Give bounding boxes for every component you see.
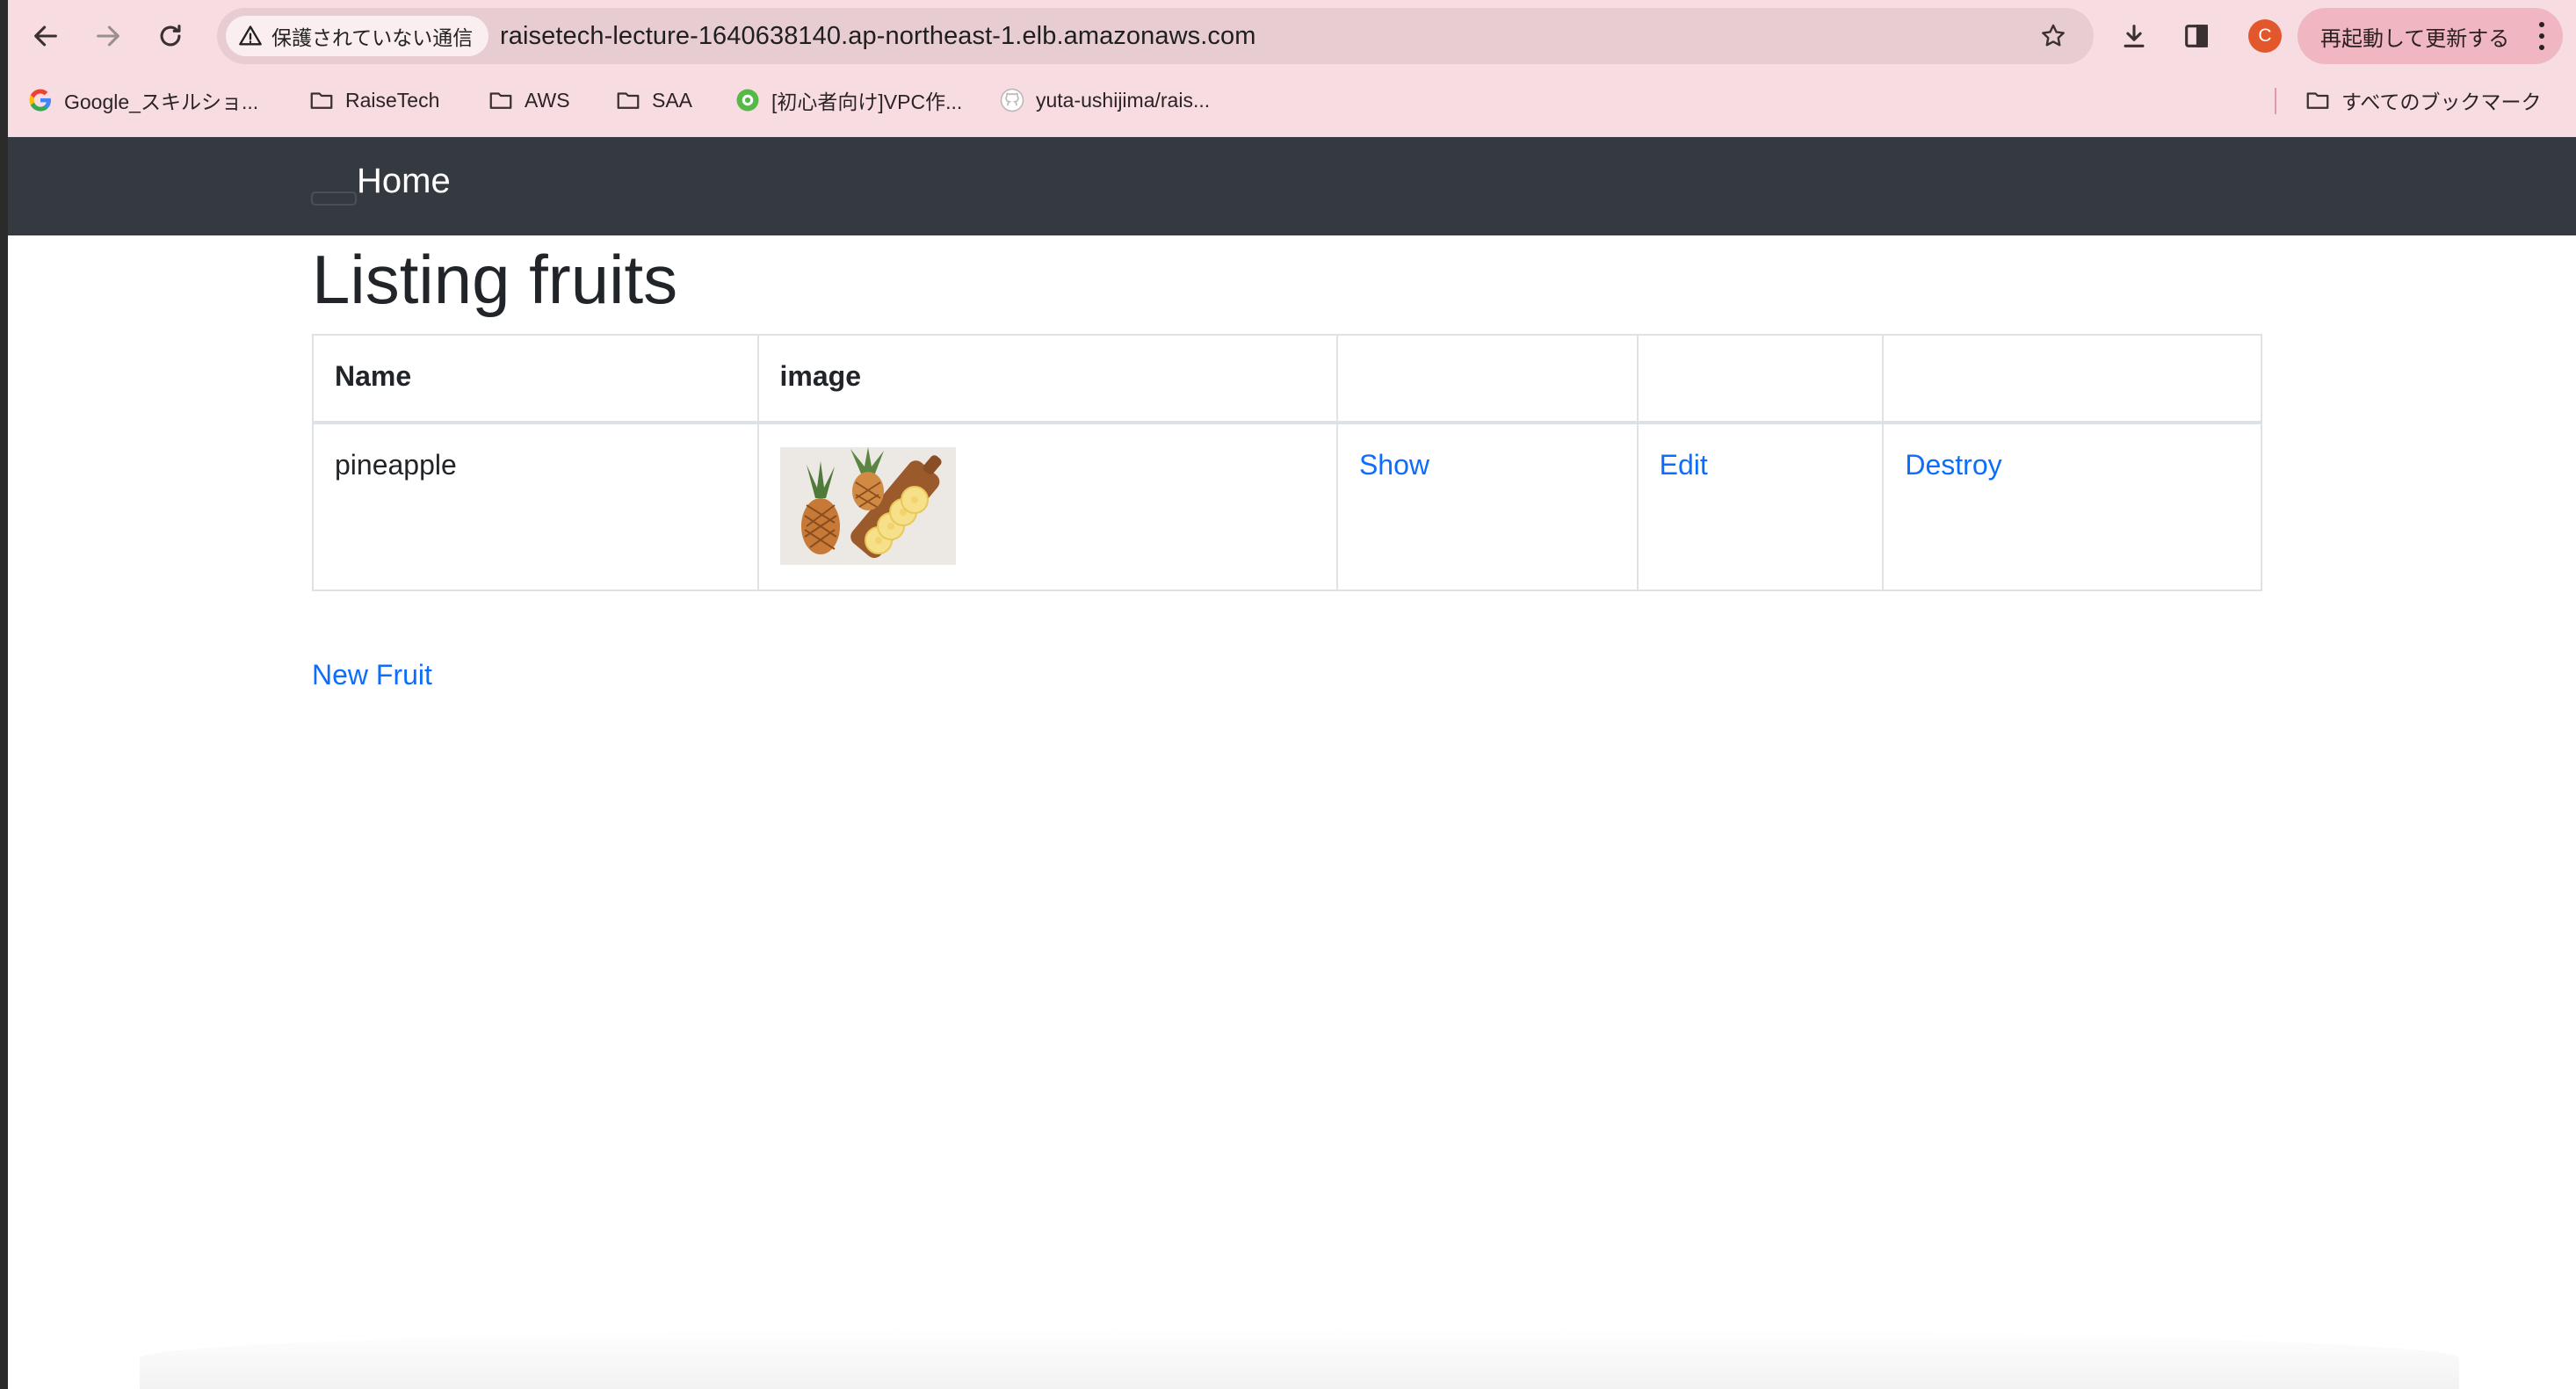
show-link[interactable]: Show — [1359, 449, 1429, 481]
bookmark-folder-aws[interactable]: AWS — [488, 72, 570, 128]
fruits-table: Name image pineapple Show Edit Destroy — [312, 334, 2262, 591]
fruit-name-cell: pineapple — [312, 422, 759, 591]
folder-icon — [617, 92, 640, 109]
relaunch-update-label: 再起動して更新する — [2320, 26, 2510, 51]
arrow-left-icon — [34, 25, 57, 47]
browser-toolbar: 保護されていない通信 raisetech-lecture-1640638140.… — [8, 0, 2576, 72]
column-header-empty — [1335, 334, 1639, 423]
show-cell: Show — [1335, 422, 1639, 591]
desktop-background-strip — [0, 0, 8, 1389]
destroy-link[interactable]: Destroy — [1905, 449, 2001, 481]
bookmark-item-google[interactable]: Google_スキルショ... — [27, 72, 258, 128]
folder-icon — [310, 92, 333, 109]
relaunch-update-button[interactable]: 再起動して更新する — [2297, 8, 2563, 64]
bookmark-item-github[interactable]: yuta-ushijima/rais... — [999, 72, 1210, 128]
back-button[interactable] — [24, 14, 68, 58]
reload-button[interactable] — [148, 14, 192, 58]
star-icon — [2042, 24, 2065, 47]
site-navbar: Home — [8, 137, 2576, 235]
address-bar[interactable]: 保護されていない通信 raisetech-lecture-1640638140.… — [217, 8, 2094, 64]
all-bookmarks-button[interactable]: すべてのブックマーク — [2305, 72, 2541, 128]
navbar-home-link[interactable]: Home — [357, 162, 451, 201]
browser-window: 保護されていない通信 raisetech-lecture-1640638140.… — [8, 0, 2576, 1389]
security-status-label: 保護されていない通信 — [271, 26, 474, 49]
edit-cell: Edit — [1636, 422, 1885, 591]
navbar-toggler-button[interactable] — [311, 192, 357, 206]
bookmark-item-vpc[interactable]: [初心者向け]VPC作... — [734, 72, 962, 128]
google-icon — [29, 89, 51, 112]
fruit-image-cell — [756, 422, 1338, 591]
bookmark-folder-raisetech[interactable]: RaiseTech — [308, 72, 439, 128]
download-icon — [2124, 25, 2145, 47]
profile-avatar[interactable]: C — [2248, 19, 2282, 53]
destroy-cell: Destroy — [1882, 422, 2262, 591]
bookmark-label: Google_スキルショ... — [64, 90, 259, 113]
pineapple-image — [779, 447, 956, 565]
side-panel-icon — [2185, 25, 2208, 47]
new-fruit-link[interactable]: New Fruit — [312, 659, 432, 691]
bookmark-label: RaiseTech — [345, 88, 440, 112]
bookmark-folder-saa[interactable]: SAA — [615, 72, 692, 128]
bookmarks-bar: Google_スキルショ... RaiseTech AWS SAA [初心者向け… — [8, 72, 2576, 137]
folder-icon — [2306, 92, 2329, 109]
kebab-menu-icon — [2538, 22, 2545, 50]
github-icon — [1000, 88, 1024, 112]
window-bottom-shadow — [140, 1328, 2459, 1389]
bookmarks-separator — [2275, 88, 2276, 114]
arrow-right-icon — [97, 25, 119, 47]
column-header-empty — [1882, 334, 2262, 423]
warning-triangle-icon — [239, 25, 262, 46]
table-row: pineapple Show Edit Destroy — [312, 422, 2262, 591]
url-text[interactable]: raisetech-lecture-1640638140.ap-northeas… — [500, 8, 1255, 64]
bookmark-label: SAA — [652, 88, 693, 112]
bookmark-star-button[interactable] — [2034, 17, 2073, 55]
downloads-button[interactable] — [2112, 14, 2156, 58]
forward-button[interactable] — [86, 14, 130, 58]
table-header-row: Name image — [312, 334, 2262, 423]
page-title: Listing fruits — [312, 241, 678, 318]
side-panel-button[interactable] — [2174, 14, 2218, 58]
bookmark-label: yuta-ushijima/rais... — [1036, 88, 1211, 112]
security-status-chip[interactable]: 保護されていない通信 — [226, 16, 489, 56]
page-content: Home Listing fruits Name image pineapple — [8, 137, 2576, 1389]
reload-icon — [160, 25, 181, 47]
column-header-empty — [1636, 334, 1885, 423]
bookmark-label: [初心者向け]VPC作... — [771, 90, 963, 113]
all-bookmarks-label: すべてのブックマーク — [2341, 90, 2542, 113]
folder-icon — [489, 92, 512, 109]
edit-link[interactable]: Edit — [1660, 449, 1708, 481]
site-icon — [736, 89, 759, 112]
bookmark-label: AWS — [525, 88, 570, 112]
column-header-name: Name — [312, 334, 759, 423]
column-header-image: image — [756, 334, 1338, 423]
